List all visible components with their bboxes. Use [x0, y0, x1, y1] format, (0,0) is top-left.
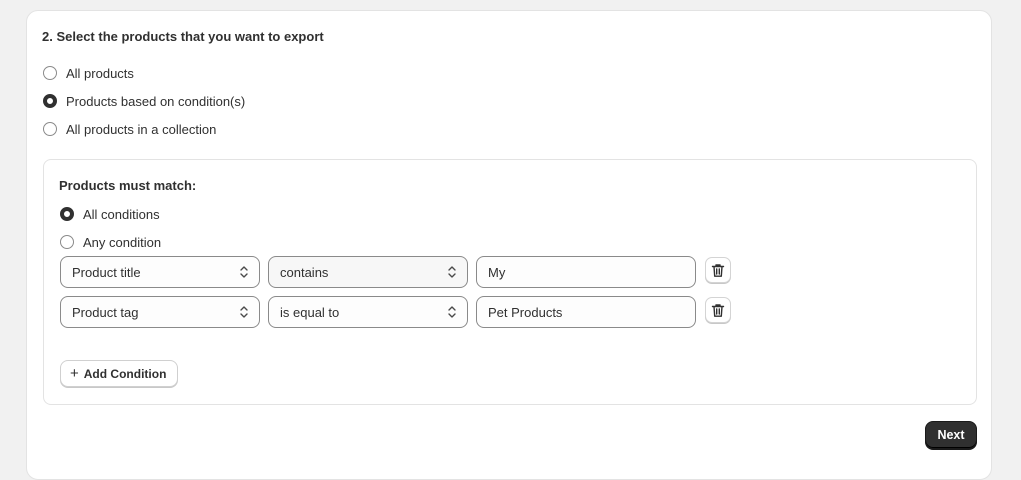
input-value: My: [488, 264, 506, 280]
radio-all-conditions[interactable]: All conditions: [60, 205, 160, 223]
radio-any-condition[interactable]: Any condition: [60, 233, 161, 251]
select-value: contains: [280, 264, 329, 280]
trash-icon: [711, 303, 725, 317]
radio-products-by-condition[interactable]: Products based on condition(s): [43, 92, 245, 110]
radio-button[interactable]: [60, 235, 74, 249]
next-button[interactable]: Next: [925, 421, 977, 449]
delete-condition-button[interactable]: [705, 297, 731, 323]
chevron-up-down-icon: [240, 306, 248, 318]
radio-label: All products: [66, 65, 134, 81]
radio-label: Any condition: [83, 234, 162, 250]
add-condition-label: Add Condition: [83, 366, 167, 381]
chevron-up-down-icon: [448, 266, 456, 278]
chevron-up-down-icon: [448, 306, 456, 318]
chevron-up-down-icon: [240, 266, 248, 278]
trash-icon: [711, 263, 725, 277]
delete-condition-button[interactable]: [705, 257, 731, 283]
add-condition-button[interactable]: + Add Condition: [60, 360, 179, 387]
radio-button[interactable]: [43, 122, 57, 136]
condition-value-input[interactable]: My: [476, 256, 696, 288]
condition-value-input[interactable]: Pet Products: [476, 296, 696, 328]
match-label: Products must match:: [59, 178, 197, 193]
select-value: is equal to: [280, 304, 340, 320]
radio-label: Products based on condition(s): [66, 93, 246, 109]
radio-all-products[interactable]: All products: [43, 64, 134, 82]
condition-field-select[interactable]: Product title: [60, 256, 260, 288]
condition-operator-select[interactable]: is equal to: [268, 296, 468, 328]
select-value: Product title: [72, 264, 141, 280]
input-value: Pet Products: [488, 304, 563, 320]
radio-button[interactable]: [43, 66, 57, 80]
radio-label: All conditions: [83, 206, 160, 222]
radio-button-selected[interactable]: [43, 94, 57, 108]
section-title: 2. Select the products that you want to …: [42, 29, 324, 44]
plus-icon: +: [70, 365, 79, 382]
radio-button-selected[interactable]: [60, 207, 74, 221]
radio-label: All products in a collection: [66, 121, 217, 137]
select-value: Product tag: [72, 304, 139, 320]
condition-operator-select[interactable]: contains: [268, 256, 468, 288]
radio-products-in-collection[interactable]: All products in a collection: [43, 120, 216, 138]
condition-field-select[interactable]: Product tag: [60, 296, 260, 328]
